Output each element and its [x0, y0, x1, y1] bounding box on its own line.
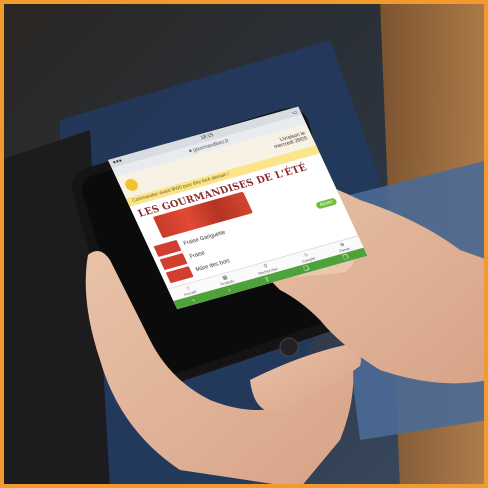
frame-border-top	[0, 0, 488, 4]
back-icon[interactable]: ‹	[191, 297, 196, 303]
site-logo[interactable]	[123, 177, 140, 193]
frame-border-left	[0, 0, 4, 488]
battery-icon: ▭	[291, 109, 299, 116]
bookmarks-icon[interactable]: ❏	[302, 264, 311, 272]
frame-border-right	[484, 0, 488, 488]
frame-border-bottom	[0, 484, 488, 488]
delivery-date: Livraison le mercredi 28/05	[271, 131, 308, 150]
forward-icon[interactable]: ›	[227, 287, 232, 293]
share-icon[interactable]: ⇪	[263, 275, 271, 283]
tabs-icon[interactable]: ❐	[342, 253, 350, 261]
home-button	[279, 337, 299, 357]
